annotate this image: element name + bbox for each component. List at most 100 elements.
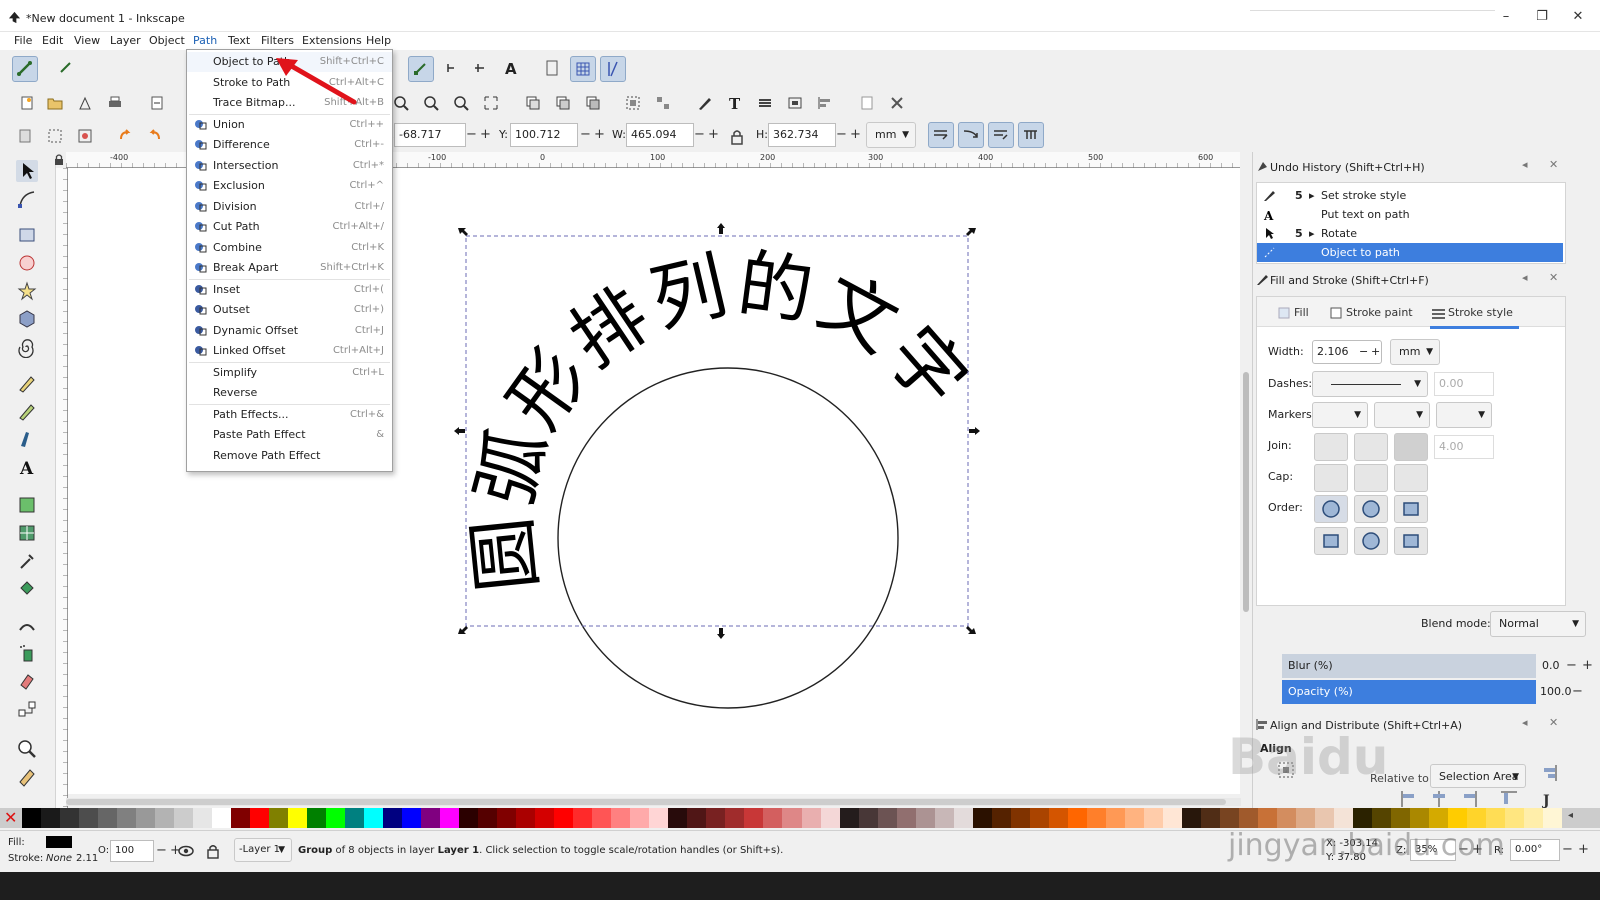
palette-swatch[interactable] [668, 808, 688, 828]
order-stroke-markers-fill-button[interactable] [1354, 527, 1388, 555]
menu-edit[interactable]: Edit [40, 33, 65, 49]
palette-swatch[interactable] [1048, 808, 1069, 828]
palette-swatch[interactable] [554, 808, 574, 828]
menu-object[interactable]: Object [147, 33, 187, 49]
palette-swatch[interactable] [877, 808, 898, 828]
cap-round-button[interactable] [1354, 464, 1388, 492]
cap-square-button[interactable] [1394, 464, 1428, 492]
opacity-status-decrement-button[interactable]: − [156, 839, 167, 863]
opacity-indicator-input[interactable]: 100 [110, 840, 154, 862]
palette-swatch[interactable] [972, 808, 993, 828]
align-left-icon[interactable] [1400, 790, 1418, 808]
palette-swatch[interactable] [1257, 808, 1278, 828]
path-menu-item[interactable]: Path Effects... Ctrl+& [187, 405, 392, 425]
order-markers-stroke-fill-button[interactable] [1394, 527, 1428, 555]
palette-swatch[interactable] [820, 808, 841, 828]
fill-swatch[interactable] [46, 836, 72, 848]
scale-stroke-button[interactable] [928, 122, 954, 148]
zoom-page-icon[interactable] [482, 94, 500, 112]
fill-stroke-close-button[interactable]: ✕ [1549, 271, 1558, 284]
path-menu-item[interactable]: Outset Ctrl+) [187, 300, 392, 320]
fill-stroke-dialog-icon[interactable] [696, 94, 714, 112]
dropper-tool[interactable] [16, 550, 38, 572]
join-round-button[interactable] [1354, 433, 1388, 461]
no-paint-x-icon[interactable]: ✕ [4, 810, 20, 826]
menu-extensions[interactable]: Extensions [300, 33, 364, 49]
palette-swatch[interactable] [1010, 808, 1031, 828]
palette-swatch[interactable] [174, 808, 194, 828]
palette-swatch[interactable] [383, 808, 403, 828]
horizontal-scroll-thumb[interactable] [66, 799, 1226, 805]
path-menu-item[interactable]: Dynamic Offset Ctrl+J [187, 321, 392, 341]
palette-swatch[interactable] [744, 808, 764, 828]
duplicate-icon[interactable] [524, 94, 542, 112]
import-icon[interactable] [148, 94, 166, 112]
width-decrement-button[interactable]: − [1359, 341, 1368, 363]
horizontal-scrollbar[interactable] [66, 798, 1241, 806]
palette-swatch[interactable] [1409, 808, 1430, 828]
history-row[interactable]: 5 ▸ Set stroke style [1257, 186, 1563, 205]
stroke-width-indicator[interactable]: 2.11 [76, 853, 98, 864]
palette-swatch[interactable] [307, 808, 327, 828]
palette-swatch[interactable] [1200, 808, 1221, 828]
zoom-tool[interactable] [16, 738, 38, 760]
unit-select[interactable]: mm ▼ [866, 122, 916, 148]
dashes-select[interactable]: ▼ [1312, 371, 1428, 397]
dash-offset-input[interactable]: 0.00 [1434, 372, 1494, 396]
scale-corners-button[interactable] [958, 122, 984, 148]
relative-to-select[interactable]: Selection Area ▼ [1430, 764, 1526, 788]
path-menu-item[interactable]: Union Ctrl++ [187, 115, 392, 135]
spray-tool[interactable] [16, 642, 38, 664]
align-dialog-icon[interactable] [816, 94, 834, 112]
palette-swatch[interactable] [801, 808, 821, 828]
align-iconify-button[interactable]: ◂ [1522, 716, 1528, 729]
blur-slider[interactable]: Blur (%) [1282, 654, 1536, 678]
palette-swatch[interactable] [1067, 808, 1088, 828]
arc-text[interactable]: 圆弧形排列的文字 [459, 241, 986, 596]
menu-help[interactable]: Help [364, 33, 393, 49]
align-baseline-icon[interactable]: J [1540, 790, 1558, 808]
new-document-icon[interactable] [18, 94, 36, 112]
palette-swatch[interactable] [953, 808, 974, 828]
measure-tool[interactable] [16, 766, 38, 788]
rectangle-tool[interactable] [16, 224, 38, 246]
x-decrement-button[interactable]: − [466, 123, 477, 147]
pen-tool[interactable] [16, 400, 38, 422]
palette-swatch[interactable] [136, 808, 156, 828]
palette-swatch[interactable] [915, 808, 936, 828]
palette-swatch[interactable] [1238, 808, 1259, 828]
vertical-scroll-thumb[interactable] [1243, 372, 1249, 612]
group-icon[interactable] [624, 94, 642, 112]
palette-swatch[interactable] [155, 808, 175, 828]
rotation-decrement-button[interactable]: − [1562, 838, 1573, 862]
width-increment-button[interactable]: + [1371, 341, 1380, 363]
calligraphy-tool[interactable] [16, 428, 38, 450]
palette-swatch[interactable] [1447, 808, 1468, 828]
snap-text-button[interactable]: A [500, 56, 526, 82]
palette-swatch[interactable] [269, 808, 289, 828]
doc-properties-icon[interactable] [858, 94, 876, 112]
path-menu-item[interactable]: Remove Path Effect [187, 446, 392, 466]
palette-swatch[interactable] [326, 808, 346, 828]
palette-swatch[interactable] [421, 808, 441, 828]
palette-swatch[interactable] [1542, 808, 1563, 828]
path-menu-item[interactable]: Combine Ctrl+K [187, 238, 392, 258]
connector-tool[interactable] [16, 698, 38, 720]
text-tool[interactable]: A [16, 456, 38, 479]
palette-swatch[interactable] [1333, 808, 1354, 828]
palette-swatch[interactable] [1466, 808, 1487, 828]
ellipse-tool[interactable] [16, 252, 38, 274]
snap-grid-button[interactable] [570, 56, 596, 82]
palette-swatch[interactable] [1143, 808, 1164, 828]
palette-swatch[interactable] [402, 808, 422, 828]
palette-swatch[interactable] [1162, 808, 1183, 828]
palette-menu-icon[interactable]: ◂ [1568, 810, 1573, 821]
path-menu-item[interactable]: Intersection Ctrl+* [187, 156, 392, 176]
palette-swatch[interactable] [364, 808, 384, 828]
palette-swatch[interactable] [1504, 808, 1525, 828]
blur-value[interactable]: 0.0 [1542, 654, 1560, 678]
palette-swatch[interactable] [212, 808, 232, 828]
paint-bucket-tool[interactable] [16, 578, 38, 600]
palette-swatch[interactable] [60, 808, 80, 828]
palette-swatch[interactable] [706, 808, 726, 828]
